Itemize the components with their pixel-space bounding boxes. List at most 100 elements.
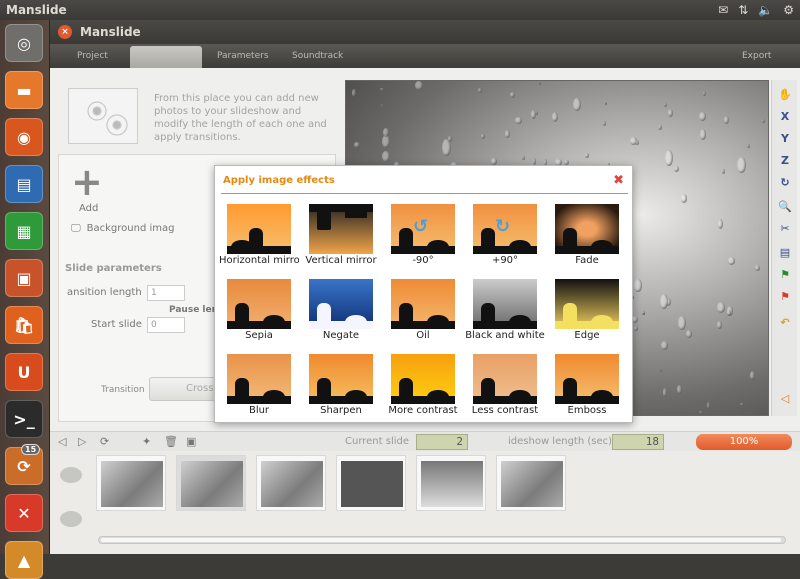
effect-label: Vertical mirror [305, 255, 377, 266]
silhouette-shape [481, 228, 495, 250]
image-icon[interactable]: ▣ [186, 435, 196, 448]
screen-icon[interactable] [60, 467, 82, 483]
delete-icon[interactable]: 🗑 [164, 435, 178, 448]
rock-shape [509, 390, 531, 404]
silhouette-shape [563, 303, 577, 325]
effect-mirror-h[interactable]: Horizontal mirror [219, 204, 299, 274]
tab-export[interactable]: Export [742, 44, 771, 68]
flip-x-icon[interactable]: X [776, 108, 794, 126]
effect-sepia[interactable]: Sepia [219, 279, 299, 349]
effect-edge[interactable]: Edge [547, 279, 627, 349]
effect-more-contrast[interactable]: More contrast [383, 354, 463, 424]
launcher-writer-icon[interactable]: ▤ [5, 165, 43, 203]
close-icon[interactable]: × [58, 25, 72, 39]
slide-thumbnail[interactable] [256, 455, 326, 511]
previous-icon[interactable]: ◁ [58, 435, 66, 448]
launcher-settings-icon[interactable]: ✕ [5, 494, 43, 532]
effect-blur[interactable]: Blur [219, 354, 299, 424]
cut-icon[interactable]: ✂ [776, 220, 794, 238]
effect-rotate-left[interactable]: ↺ -90° [383, 204, 463, 274]
launcher-software-center-icon[interactable]: 🛍 [5, 306, 43, 344]
effect-bw[interactable]: Black and white [465, 279, 545, 349]
sound-icon[interactable]: 🔈 [758, 0, 773, 20]
background-image-option[interactable]: 🖵 Background imag [71, 223, 174, 234]
bottom-toolbar: ◁ ▷ ⟳ ✦ 🗑 ▣ Current slide 2 ideshow leng… [50, 431, 800, 451]
launcher-ubuntu-one-icon[interactable]: U [5, 353, 43, 391]
effect-fade[interactable]: Fade [547, 204, 627, 274]
effect-negate[interactable]: Negate [301, 279, 381, 349]
slide-parameters-title: Slide parameters [65, 263, 162, 274]
apply-effects-dialog: Apply image effects ✖ Horizontal mirror V… [214, 165, 633, 423]
refresh-icon[interactable]: ⟳ [100, 435, 109, 448]
effect-oil[interactable]: Oil [383, 279, 463, 349]
launcher-ubuntu-dash-icon[interactable]: ◎ [5, 24, 43, 62]
flip-z-icon[interactable]: Z [776, 152, 794, 170]
rock-shape [591, 390, 613, 404]
flip-y-icon[interactable]: Y [776, 130, 794, 148]
silhouette-shape [399, 303, 413, 325]
raindrop [724, 115, 730, 124]
rotate-icon[interactable]: ↻ [776, 174, 794, 192]
copy-icon[interactable]: ▤ [776, 244, 794, 262]
tab-soundtrack[interactable]: Soundtrack [292, 44, 343, 68]
transition-length-stepper[interactable]: 1 [147, 285, 185, 301]
red-flag-icon[interactable]: ⚑ [776, 288, 794, 306]
slide-thumbnail[interactable] [496, 455, 566, 511]
launcher-firefox-icon[interactable]: ◉ [5, 118, 43, 156]
launcher-calc-icon[interactable]: ▦ [5, 212, 43, 250]
effect-label: Edge [574, 330, 600, 341]
hand-icon[interactable]: ✋ [776, 86, 794, 104]
power-icon[interactable]: ⚙ [783, 0, 794, 20]
add-icon[interactable]: + [71, 163, 103, 201]
tab-project[interactable]: Project [77, 44, 108, 68]
slide-thumbnail[interactable] [96, 455, 166, 511]
silhouette-shape [563, 378, 577, 400]
filmstrip-scrollbar[interactable] [98, 536, 786, 544]
effect-mirror-v[interactable]: Vertical mirror [301, 204, 381, 274]
launcher-impress-icon[interactable]: ▣ [5, 259, 43, 297]
slide-image [341, 461, 403, 507]
slide-thumbnail[interactable] [416, 455, 486, 511]
slide-thumbnail[interactable] [176, 455, 246, 511]
collapse-arrow-icon[interactable]: ◁ [776, 390, 794, 408]
undo-icon[interactable]: ↶ [776, 314, 794, 332]
next-icon[interactable]: ▷ [78, 435, 86, 448]
raindrop [674, 165, 680, 173]
launcher-update-manager-icon[interactable]: ⟳ 15 [5, 444, 43, 485]
transition-label: Transition [101, 385, 145, 395]
launcher-manslide-icon[interactable]: ▲ [5, 541, 43, 579]
green-flag-icon[interactable]: ⚑ [776, 266, 794, 284]
progress-bar: 100% [696, 434, 792, 450]
effect-less-contrast[interactable]: Less contrast [465, 354, 545, 424]
silhouette-shape [563, 228, 577, 250]
raindrop [634, 278, 643, 293]
add-label[interactable]: Add [79, 203, 98, 214]
launcher-files-icon[interactable]: ▬ [5, 71, 43, 109]
close-icon[interactable]: ✖ [613, 173, 624, 188]
network-icon[interactable]: ⇅ [738, 0, 748, 20]
slideshow-length-display: 18 [612, 434, 664, 450]
raindrop [699, 112, 706, 122]
audio-icon[interactable] [60, 511, 82, 527]
slide-image [421, 461, 483, 507]
rock-shape [345, 390, 367, 404]
raindrop [538, 82, 541, 86]
rock-shape [591, 240, 613, 254]
effects-icon[interactable]: ✦ [142, 435, 151, 448]
raindrop [716, 302, 726, 314]
raindrop [706, 402, 711, 410]
raindrop [585, 152, 589, 159]
zoom-icon[interactable]: 🔍 [776, 198, 794, 216]
effect-thumbnail [227, 204, 291, 254]
start-slide-stepper[interactable]: 0 [147, 317, 185, 333]
launcher-terminal-icon[interactable]: >_ [5, 400, 43, 438]
silhouette-shape [317, 208, 331, 230]
slide-thumbnail[interactable] [336, 455, 406, 511]
scrollbar-thumb[interactable] [101, 538, 781, 542]
effect-rotate-right[interactable]: ↻ +90° [465, 204, 545, 274]
mail-icon[interactable]: ✉ [718, 0, 728, 20]
tab-parameters[interactable]: Parameters [217, 44, 269, 68]
effect-sharpen[interactable]: Sharpen [301, 354, 381, 424]
tab-photos[interactable] [130, 46, 202, 68]
effect-emboss[interactable]: Emboss [547, 354, 627, 424]
